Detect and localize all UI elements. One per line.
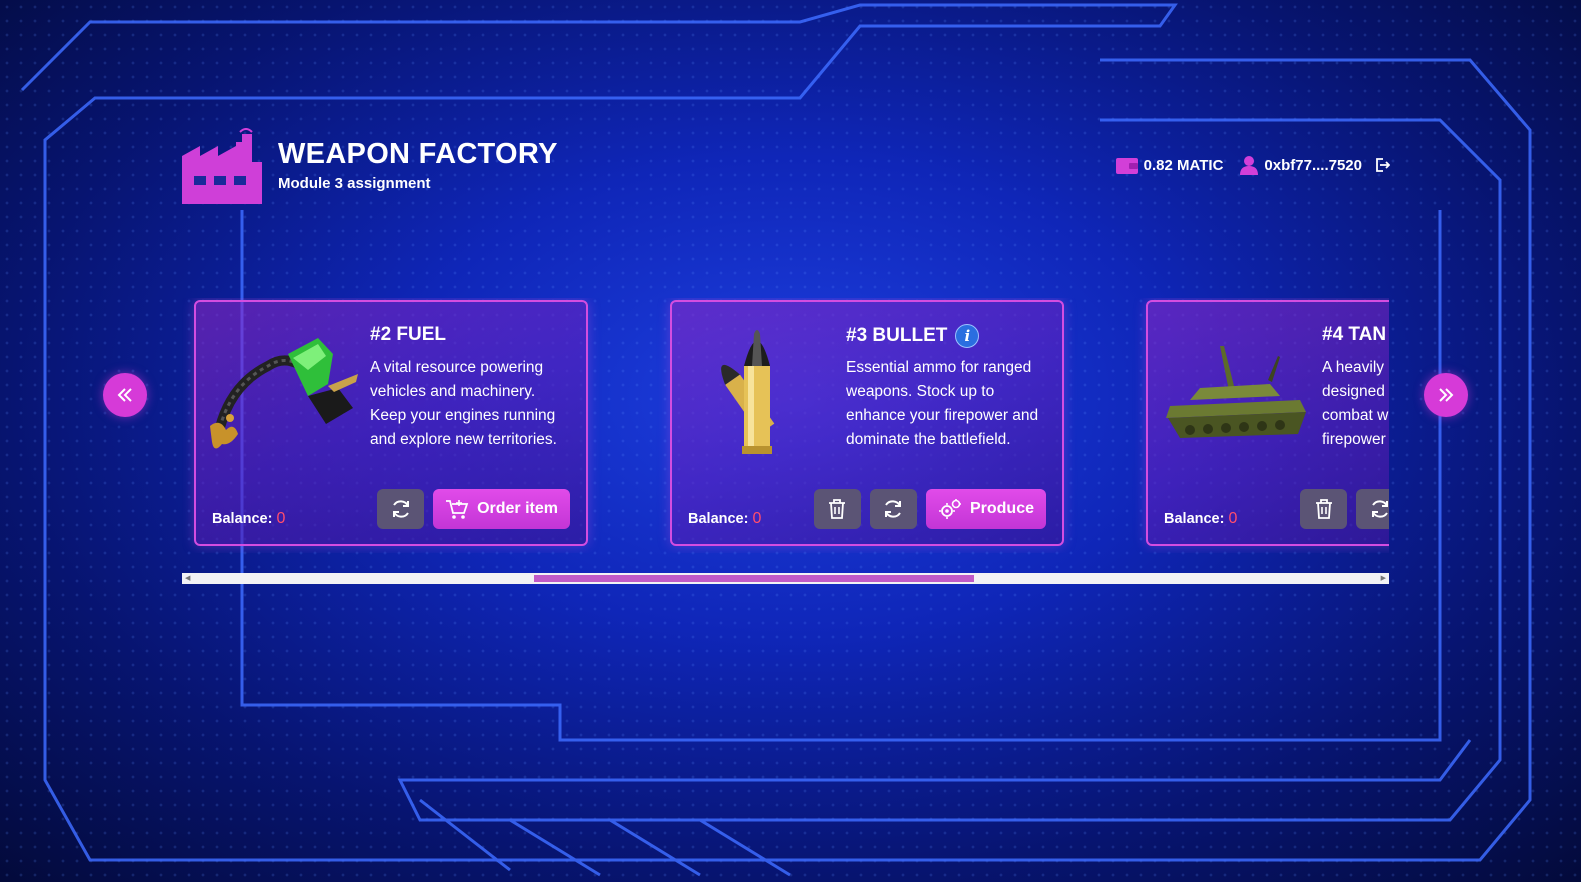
order-item-label: Order item (477, 500, 558, 517)
trash-icon (1315, 499, 1332, 519)
item-name: #2 FUEL (370, 324, 446, 346)
item-card-fuel: #2 FUEL A vital resource powering vehicl… (194, 300, 588, 546)
produce-button[interactable]: Produce (925, 489, 1046, 529)
balance-label: Balance: (212, 511, 273, 527)
carousel-prev-button[interactable] (103, 373, 147, 417)
scrollbar-thumb[interactable] (534, 575, 974, 582)
gears-icon (938, 499, 961, 519)
carousel-scrollbar[interactable]: ◀ ▶ (182, 573, 1389, 584)
item-actions (1300, 489, 1389, 529)
refresh-icon (392, 500, 409, 518)
refresh-button[interactable] (1356, 489, 1389, 529)
item-name: #4 TAN (1322, 324, 1386, 346)
scroll-right-arrow-icon[interactable]: ▶ (1381, 575, 1386, 582)
refresh-button[interactable] (377, 489, 425, 529)
item-name-text: #3 BULLET (846, 325, 948, 346)
balance-label: Balance: (688, 511, 749, 527)
carousel-next-button[interactable] (1424, 373, 1468, 417)
refresh-button[interactable] (869, 489, 917, 529)
wallet-balance: 0.82 MATIC (1115, 155, 1224, 175)
item-description: A heavily designed combat w firepower (1322, 359, 1389, 448)
item-name-text: #4 TAN (1322, 324, 1387, 345)
item-balance: Balance: 0 (688, 510, 761, 528)
item-name: #3 BULLET i (846, 324, 980, 348)
chevrons-left-icon (117, 388, 132, 402)
item-card-bullet: #3 BULLET i Essential ammo for ranged we… (670, 300, 1064, 546)
item-description: A vital resource powering vehicles and m… (370, 359, 557, 448)
order-item-button[interactable]: Order item (433, 489, 570, 529)
page-subtitle: Module 3 assignment (278, 175, 431, 192)
app-header: WEAPON FACTORY Module 3 assignment 0.82 … (182, 128, 1390, 208)
balance-value: 0 (752, 510, 762, 527)
wallet-icon (1115, 158, 1138, 174)
wallet-address: 0xbf77....7520 (1264, 156, 1362, 174)
bullet-image (721, 330, 775, 454)
matic-balance: 0.82 MATIC (1143, 156, 1224, 174)
account-address: 0xbf77....7520 (1239, 155, 1362, 175)
user-icon (1240, 156, 1259, 175)
chevrons-right-icon (1439, 388, 1454, 402)
logout-icon[interactable] (1374, 157, 1390, 173)
account-bar: 0.82 MATIC 0xbf77....7520 (1107, 155, 1390, 175)
trash-icon (829, 499, 846, 519)
item-carousel: #2 FUEL A vital resource powering vehicl… (182, 298, 1389, 553)
refresh-icon (1371, 500, 1388, 518)
item-actions: Order item (377, 489, 570, 529)
item-name-text: #2 FUEL (370, 324, 447, 345)
info-icon[interactable]: i (955, 324, 980, 348)
produce-label: Produce (969, 500, 1034, 517)
page-title: WEAPON FACTORY (278, 138, 558, 170)
item-description: Essential ammo for ranged weapons. Stock… (846, 359, 1039, 448)
factory-icon (182, 128, 262, 204)
item-balance: Balance: 0 (1164, 510, 1237, 528)
refresh-icon (885, 500, 902, 518)
cart-icon (446, 500, 469, 519)
item-actions: Produce (813, 489, 1046, 529)
balance-value: 0 (1228, 510, 1238, 527)
fuel-nozzle-image (210, 338, 358, 449)
balance-label: Balance: (1164, 511, 1225, 527)
tank-image (1166, 346, 1306, 438)
balance-value: 0 (276, 510, 286, 527)
item-card-tank: #4 TAN A heavily designed combat w firep… (1146, 300, 1389, 546)
item-balance: Balance: 0 (212, 510, 285, 528)
delete-button[interactable] (813, 489, 861, 529)
scroll-left-arrow-icon[interactable]: ◀ (185, 575, 190, 582)
delete-button[interactable] (1300, 489, 1347, 529)
